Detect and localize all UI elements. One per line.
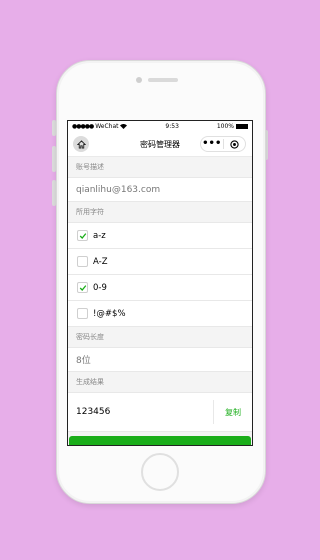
charset-option-uppercase[interactable]: A-Z <box>68 249 252 275</box>
account-input[interactable]: qianlihu@163.com <box>68 177 252 202</box>
account-label: 账号描述 <box>68 157 252 177</box>
close-miniprogram-button[interactable] <box>224 139 246 149</box>
checkbox[interactable] <box>77 308 88 319</box>
battery-percent: 100% <box>216 123 234 130</box>
signal-dots-icon: ●●●●● <box>72 123 94 130</box>
battery-icon <box>236 124 248 129</box>
navigation-bar: 密码管理器 ••• <box>68 132 252 157</box>
checkbox[interactable] <box>77 230 88 241</box>
result-label: 生成结果 <box>68 372 252 392</box>
copy-button[interactable]: 复制 <box>213 400 252 424</box>
checkbox[interactable] <box>77 256 88 267</box>
checkmark-icon <box>79 232 86 239</box>
front-camera <box>136 77 142 83</box>
earpiece-speaker <box>148 78 178 82</box>
charset-checklist: a-z A-Z 0-9 !@#$% <box>68 222 252 327</box>
charset-option-lowercase[interactable]: a-z <box>68 223 252 249</box>
length-input[interactable]: 8位 <box>68 347 252 372</box>
phone-screen: ●●●●● WeChat 9:53 100% 密码管理器 ••• 账号描述 qi… <box>67 120 253 446</box>
checkbox[interactable] <box>77 282 88 293</box>
carrier-name: WeChat <box>95 123 119 130</box>
home-nav-button[interactable] <box>73 136 89 152</box>
house-icon <box>76 139 86 149</box>
target-icon <box>230 139 239 149</box>
status-time: 9:53 <box>165 123 179 130</box>
checkmark-icon <box>79 284 86 291</box>
option-label: a-z <box>93 230 106 241</box>
option-label: 0-9 <box>93 282 107 293</box>
charset-label: 所用字符 <box>68 202 252 222</box>
charset-option-symbols[interactable]: !@#$% <box>68 301 252 327</box>
wifi-icon <box>120 124 128 129</box>
result-value: 123456 <box>76 407 111 417</box>
charset-option-digits[interactable]: 0-9 <box>68 275 252 301</box>
length-label: 密码长度 <box>68 327 252 347</box>
option-label: A-Z <box>93 256 108 267</box>
page-title: 密码管理器 <box>140 139 180 149</box>
home-button[interactable] <box>141 453 179 491</box>
generate-button[interactable] <box>69 436 251 445</box>
more-menu-button[interactable]: ••• <box>201 139 223 149</box>
result-row: 123456 复制 <box>68 392 252 432</box>
status-bar: ●●●●● WeChat 9:53 100% <box>68 121 252 132</box>
option-label: !@#$% <box>93 308 126 319</box>
miniprogram-capsule: ••• <box>200 136 246 152</box>
